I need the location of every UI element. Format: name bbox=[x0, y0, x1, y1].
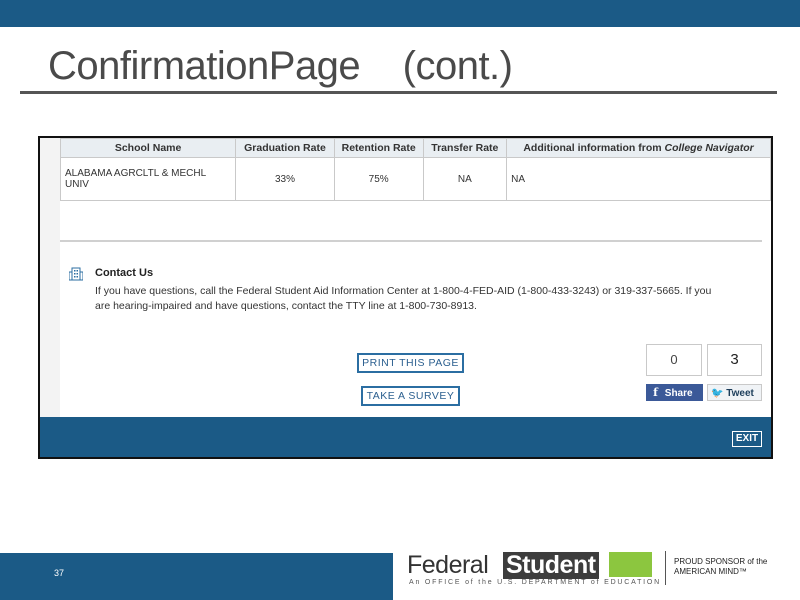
logo-divider bbox=[665, 551, 666, 585]
facebook-share-label: Share bbox=[664, 388, 693, 399]
contact-us-text: If you have questions, call the Federal … bbox=[95, 285, 712, 312]
cell-retention-rate: 75% bbox=[333, 157, 424, 201]
header-school-name: School Name bbox=[59, 138, 237, 158]
header-retention-rate: Retention Rate bbox=[333, 138, 424, 158]
building-icon bbox=[69, 267, 83, 281]
header-additional-info: Additional information from College Navi… bbox=[506, 138, 771, 158]
facebook-share-count: 0 bbox=[646, 344, 702, 376]
logo-student: Student bbox=[503, 552, 599, 579]
twitter-tweet-count: 3 bbox=[707, 344, 762, 376]
cell-graduation-rate: 33% bbox=[235, 157, 335, 201]
screenshot-frame: School Name Graduation Rate Retention Ra… bbox=[38, 136, 773, 459]
title-underline bbox=[20, 91, 777, 94]
twitter-tweet-button[interactable]: 🐦 Tweet bbox=[707, 384, 762, 401]
exit-button[interactable]: EXIT bbox=[732, 431, 762, 447]
slide-title: ConfirmationPage (cont.) bbox=[48, 44, 513, 88]
school-info-table: School Name Graduation Rate Retention Ra… bbox=[59, 138, 771, 201]
cell-transfer-rate: NA bbox=[422, 157, 508, 201]
table-header-row: School Name Graduation Rate Retention Ra… bbox=[59, 138, 771, 158]
confirmation-page: School Name Graduation Rate Retention Ra… bbox=[40, 138, 771, 457]
contact-us-heading: Contact Us bbox=[95, 267, 154, 279]
facebook-icon: f bbox=[653, 386, 658, 399]
take-survey-button[interactable]: TAKE A SURVEY bbox=[361, 386, 460, 406]
header-transfer-rate: Transfer Rate bbox=[422, 138, 508, 158]
logo-federal: Federal bbox=[407, 551, 489, 579]
slide-top-bar bbox=[0, 0, 800, 27]
page-footer-bar bbox=[40, 417, 771, 457]
section-divider bbox=[60, 240, 762, 242]
cell-school-name: ALABAMA AGRCLTL & MECHL UNIV bbox=[59, 157, 237, 201]
header-college-navigator: College Navigator bbox=[664, 142, 754, 154]
table-row: ALABAMA AGRCLTL & MECHL UNIV 33% 75% NA … bbox=[59, 157, 771, 201]
header-additional-text: Additional information from bbox=[523, 142, 665, 154]
logo-green-block bbox=[609, 552, 652, 577]
logo-subtitle: An OFFICE of the U.S. DEPARTMENT of EDUC… bbox=[409, 579, 662, 586]
facebook-share-button[interactable]: f Share bbox=[646, 384, 703, 401]
twitter-tweet-label: Tweet bbox=[726, 388, 754, 399]
header-graduation-rate: Graduation Rate bbox=[235, 138, 335, 158]
slide-number: 37 bbox=[54, 568, 65, 578]
print-page-button[interactable]: PRINT THIS PAGE bbox=[357, 353, 464, 373]
twitter-icon: 🐦 bbox=[711, 388, 724, 399]
cell-additional-info: NA bbox=[506, 157, 771, 201]
logo-tagline: PROUD SPONSOR of the AMERICAN MIND™ bbox=[674, 557, 768, 576]
page-gutter bbox=[40, 138, 60, 418]
